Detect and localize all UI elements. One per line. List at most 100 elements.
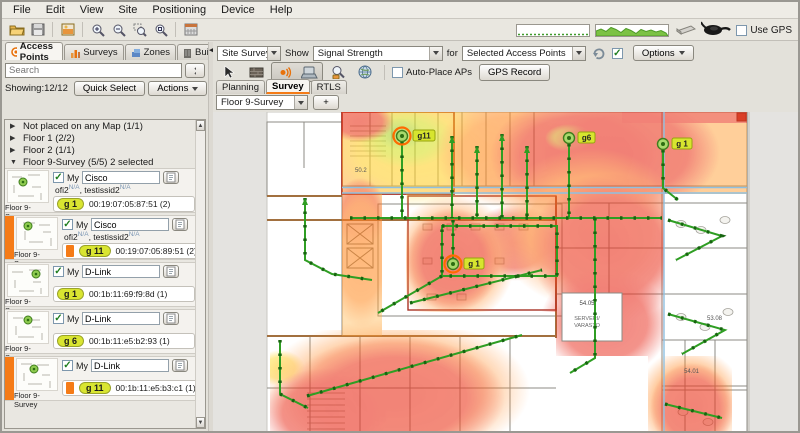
ap-name-field[interactable] <box>82 265 160 278</box>
ap-note-button[interactable] <box>163 171 179 184</box>
tree-label: Floor 1 (2/2) <box>23 133 75 144</box>
tree-item-not-placed[interactable]: ▶Not placed on any Map (1/1) <box>5 120 205 132</box>
ap-card[interactable]: Floor 9-Survey ✓ My ofi2N/A, testissid2N… <box>5 215 195 260</box>
zoom-in-icon[interactable] <box>87 20 108 39</box>
menu-help[interactable]: Help <box>263 3 300 17</box>
add-map-button[interactable]: + <box>313 95 339 110</box>
ap-name-field[interactable] <box>91 359 169 372</box>
ap-card[interactable]: Floor 9-Survey ✓ My ofi2N/A, testissid2N… <box>5 168 195 213</box>
ap-radio-row[interactable]: g 1 00:19:07:05:87:51 (2) <box>53 196 195 212</box>
menu-device[interactable]: Device <box>214 3 262 17</box>
tab-surveys[interactable]: Surveys <box>64 44 123 60</box>
ap-thumbnail-wrap: Floor 9-Survey <box>5 263 51 306</box>
tree-item-floor-1[interactable]: ▶ Floor 1 (2/2) <box>5 132 205 144</box>
ap-radio-row[interactable]: g 1 00:1b:11:69:f9:8d (1) <box>53 286 195 302</box>
my-label: My <box>67 314 79 324</box>
refresh-icon[interactable] <box>590 44 608 62</box>
expand-arrow-icon[interactable]: ▶ <box>10 122 18 130</box>
access-points-icon <box>11 47 17 57</box>
signal-meter <box>516 24 590 37</box>
my-ap-checkbox[interactable]: ✓ <box>62 360 73 371</box>
map-canvas[interactable]: 54.05 SERVERI/ VARASTO 50.2 53.08 54.01 <box>213 112 798 431</box>
tab-zones[interactable]: Zones <box>125 44 176 60</box>
scroll-up-button[interactable]: ▲ <box>196 120 205 131</box>
collapse-arrow-icon[interactable]: ▼ <box>10 159 18 166</box>
room-label: 54.05 <box>579 301 595 307</box>
menu-positioning[interactable]: Positioning <box>145 3 213 17</box>
ap-marker-g6[interactable]: g6 <box>564 132 596 144</box>
ap-radio-row[interactable]: g 6 00:1b:11:e5:b2:93 (1) <box>53 333 195 349</box>
ap-radio-row[interactable]: g 11 00:19:07:05:89:51 (2) <box>62 243 204 259</box>
save-icon[interactable] <box>27 20 48 39</box>
channel-badge: g 11 <box>79 382 111 394</box>
expand-arrow-icon[interactable]: ▶ <box>10 146 18 154</box>
menu-site[interactable]: Site <box>111 3 144 17</box>
zoom-out-icon[interactable] <box>108 20 129 39</box>
gps-record-button[interactable]: GPS Record <box>479 64 550 81</box>
my-ap-checkbox[interactable]: ✓ <box>53 266 64 277</box>
toolbar-right: Use GPS <box>516 19 792 41</box>
export-image-icon[interactable] <box>57 20 78 39</box>
mode-select[interactable]: Site Survey <box>217 46 281 61</box>
ap-signal-icon <box>277 66 293 79</box>
measure-icon[interactable] <box>180 20 201 39</box>
options-button[interactable]: Options <box>633 45 694 61</box>
ap-note-button[interactable] <box>172 218 188 231</box>
menu-edit[interactable]: Edit <box>39 3 72 17</box>
ap-name-field[interactable] <box>82 171 160 184</box>
for-label: for <box>447 48 458 59</box>
my-ap-checkbox[interactable]: ✓ <box>53 313 64 324</box>
open-icon[interactable] <box>6 20 27 39</box>
options-label: Options <box>642 48 675 59</box>
menu-view[interactable]: View <box>73 3 111 17</box>
expand-arrow-icon[interactable]: ▶ <box>10 134 18 142</box>
use-gps-checkbox[interactable]: Use GPS <box>736 25 792 36</box>
floor-select[interactable]: Floor 9-Survey <box>216 95 308 110</box>
ap-note-button[interactable] <box>172 359 188 372</box>
my-ap-checkbox[interactable]: ✓ <box>62 219 73 230</box>
channel-badge: g 6 <box>57 335 84 347</box>
sidebar-tabs: Access Points Surveys Zones Building <box>2 42 208 60</box>
ap-radio-row[interactable]: g 11 00:1b:11:e5:b3:c1 (1) <box>62 380 204 396</box>
ap-name-field[interactable] <box>91 218 169 231</box>
search-input[interactable] <box>5 63 182 78</box>
my-label: My <box>76 361 88 371</box>
auto-place-checkbox[interactable]: Auto-Place APs <box>392 67 472 78</box>
visualization-select[interactable]: Signal Strength <box>313 46 443 61</box>
auto-place-checkbox-box[interactable] <box>392 67 403 78</box>
zoom-fit-icon[interactable] <box>150 20 171 39</box>
ap-name-field[interactable] <box>82 312 160 325</box>
room-label: SERVERI/ <box>574 316 600 322</box>
tab-rtls[interactable]: RTLS <box>311 80 347 94</box>
tree-item-floor-2[interactable]: ▶Floor 2 (1/1) <box>5 144 205 156</box>
list-scrollbar[interactable]: ▲ ▼ <box>195 120 205 428</box>
zoom-area-icon[interactable] <box>129 20 150 39</box>
ap-card[interactable]: Floor 9-Survey ✓ My g 1 00:1b:11:69:f9:8… <box>5 262 195 307</box>
ap-card[interactable]: Floor 9-Survey ✓ My g 11 00:1b:11:e5:b3:… <box>5 356 195 401</box>
auto-refresh-checkbox[interactable]: ✓ <box>612 48 623 59</box>
ap-card[interactable]: Floor 9-Survey ✓ My g 6 00:1b:11:e5:b2:9… <box>5 309 195 354</box>
ap-note-button[interactable] <box>163 265 179 278</box>
tab-label: Surveys <box>83 47 117 58</box>
gps-map-tool-button[interactable] <box>353 63 377 81</box>
ap-note-button[interactable] <box>163 312 179 325</box>
menu-file[interactable]: File <box>6 3 38 17</box>
quick-select-button[interactable]: Quick Select <box>74 81 145 96</box>
showing-count: Showing:12/12 <box>5 83 68 94</box>
chevron-down-icon <box>576 51 582 55</box>
clear-search-button[interactable] <box>185 63 205 78</box>
tab-access-points[interactable]: Access Points <box>5 42 63 60</box>
laptop-icon <box>301 66 318 79</box>
selection-bar <box>5 216 14 259</box>
ap-filter-select[interactable]: Selected Access Points <box>462 46 586 61</box>
ap-ssid-line: ofi2N/A, testissid2N/A <box>55 184 193 195</box>
use-gps-checkbox-box[interactable] <box>736 25 747 36</box>
ap-marker-g1[interactable]: g 1 <box>658 138 693 150</box>
tree-item-floor-9-survey[interactable]: ▼Floor 9-Survey (5/5) 2 selected <box>5 156 205 168</box>
tab-planning[interactable]: Planning <box>216 80 265 94</box>
ap-map-thumbnail <box>7 170 49 203</box>
my-ap-checkbox[interactable]: ✓ <box>53 172 64 183</box>
actions-button[interactable]: Actions <box>148 81 207 96</box>
tab-survey[interactable]: Survey <box>266 79 310 94</box>
scroll-down-button[interactable]: ▼ <box>196 417 205 428</box>
